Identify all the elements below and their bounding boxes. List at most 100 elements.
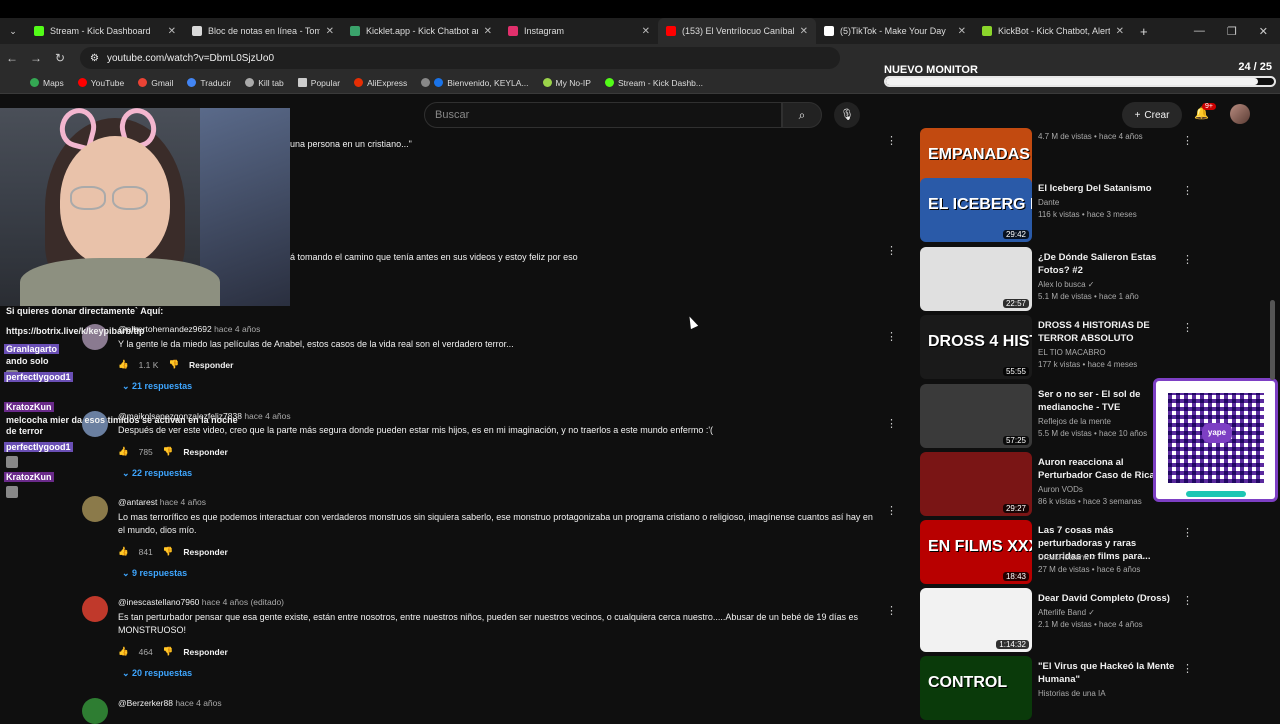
view-replies-button[interactable]: ⌄ 20 respuestas [122,668,192,679]
tab-tiktok[interactable]: (5)TikTok - Make Your Day ✕ [816,18,974,44]
avatar[interactable] [82,698,108,724]
video-title[interactable]: "El Virus que Hackeó la Mente Humana" [1038,660,1178,686]
window-controls: — ❐ ✕ [1194,18,1280,44]
url-field[interactable]: ⚙ youtube.com/watch?v=DbmL0SjzUo0 [80,47,840,69]
close-icon[interactable]: ✕ [1116,26,1124,37]
tab-search-icon[interactable]: ⌄ [0,26,26,37]
site-info-icon[interactable]: ⚙ [90,53,99,64]
video-channel[interactable]: Auron VODs [1038,485,1083,494]
tab-kickbot[interactable]: KickBot - Kick Chatbot, Alerts, ✕ [974,18,1132,44]
kebab-menu-icon[interactable]: ⋮ [886,504,897,517]
bookmark-traducir[interactable]: Traducir [187,78,231,88]
kebab-menu-icon[interactable]: ⋮ [886,134,897,147]
reload-icon[interactable]: ↻ [48,51,72,65]
video-channel[interactable]: Dante [1038,198,1059,207]
kebab-menu-icon[interactable]: ⋮ [1182,184,1193,197]
create-button[interactable]: + Crear [1122,102,1182,128]
bookmark-aliexpress[interactable]: AliExpress [354,78,407,88]
bookmark-kill-tab[interactable]: Kill tab [245,78,284,88]
restore-icon[interactable]: ❐ [1227,25,1237,38]
bookmark-popular[interactable]: Popular [297,78,340,88]
tab-youtube-active[interactable]: (153) El Ventrílocuo Caníbal [RE ✕ [658,18,816,44]
kebab-menu-icon[interactable]: ⋮ [1182,134,1193,147]
bookmark-maps[interactable]: Maps [30,78,64,88]
scrollbar[interactable] [1270,300,1275,380]
close-icon[interactable]: ✕ [958,26,966,37]
search-icon[interactable]: ⌕ [782,102,822,128]
kebab-menu-icon[interactable]: ⋮ [1182,662,1193,675]
kebab-menu-icon[interactable]: ⋮ [886,330,897,343]
like-icon[interactable]: 👍 [118,646,129,657]
comment-handle[interactable]: @inescastellano7960 [118,597,199,607]
chat-text: de terror [6,426,44,436]
close-icon[interactable]: ✕ [800,26,808,37]
search-input[interactable]: Buscar [424,102,782,128]
related-video-item[interactable]: 22:57 ¿De Dónde Salieron Estas Fotos? #2 A… [920,247,1200,311]
comment-handle[interactable]: @Berzerker88 [118,698,173,708]
avatar[interactable] [82,596,108,622]
related-video-item[interactable]: EN FILMS XXX 18:43 Las 7 cosas más perturb… [920,520,1200,584]
notepad-icon [192,26,202,36]
close-icon[interactable]: ✕ [326,26,334,37]
close-icon[interactable]: ✕ [484,26,492,37]
tab-bloc-notas[interactable]: Bloc de notas en línea - Toma y ✕ [184,18,342,44]
bookmark-no-ip[interactable]: My No-IP [542,78,591,88]
forward-icon[interactable]: → [24,51,48,65]
video-thumbnail[interactable]: EN FILMS XXX 18:43 [920,520,1032,584]
video-title[interactable]: Dear David Completo (Dross) [1038,592,1178,605]
tab-kicklet[interactable]: Kicklet.app - Kick Chatbot and ✕ [342,18,500,44]
reply-button[interactable]: Responder [183,647,227,657]
close-icon[interactable]: ✕ [642,26,650,37]
video-title[interactable]: ¿De Dónde Salieron Estas Fotos? #2 [1038,251,1178,277]
related-video-item[interactable]: EL ICEBERG DEL 29:42 El Iceberg Del Satani… [920,178,1200,242]
video-channel[interactable]: EL TIO MACABRO [1038,348,1106,357]
comment-time: hace 4 años [175,698,222,708]
tab-kick-dashboard[interactable]: Stream - Kick Dashboard ✕ [26,18,184,44]
video-title[interactable]: El Iceberg Del Satanismo [1038,182,1178,195]
video-channel[interactable]: Historias de una IA [1038,689,1106,698]
monitor-label: NUEVO MONITOR [884,64,978,76]
like-icon[interactable]: 👍 [118,546,129,557]
video-thumbnail[interactable]: 29:27 [920,452,1032,516]
video-channel[interactable]: Afterlife Band ✓ [1038,608,1095,617]
avatar[interactable] [1230,104,1250,124]
kebab-menu-icon[interactable]: ⋮ [1182,321,1193,334]
thumbnail-text: CONTROL [928,674,1008,691]
dislike-icon[interactable]: 👎 [163,546,174,557]
bookmark-label: Gmail [151,77,174,88]
back-icon[interactable]: ← [0,51,24,65]
kebab-menu-icon[interactable]: ⋮ [886,604,897,617]
kebab-menu-icon[interactable]: ⋮ [886,417,897,430]
new-tab-icon[interactable]: + [1140,24,1148,39]
related-video-item[interactable]: CONTROL "El Virus que Hackeó la Mente Hum… [920,656,1200,720]
video-channel[interactable]: Reflejos de la mente [1038,417,1111,426]
video-thumbnail[interactable]: CONTROL [920,656,1032,720]
minimize-icon[interactable]: — [1194,25,1205,37]
kebab-menu-icon[interactable]: ⋮ [1182,526,1193,539]
video-title[interactable]: DROSS 4 HISTORIAS DE TERROR ABSOLUTO [1038,319,1178,345]
related-video-item[interactable]: 1:14:32 Dear David Completo (Dross) Afterl… [920,588,1200,652]
bookmark-gmail[interactable]: Gmail [138,78,173,88]
microphone-icon[interactable]: 🎙 [834,102,860,128]
video-thumbnail[interactable]: EL ICEBERG DEL 29:42 [920,178,1032,242]
close-icon[interactable]: ✕ [168,26,176,37]
kebab-menu-icon[interactable]: ⋮ [1182,594,1193,607]
reply-button[interactable]: Responder [183,547,227,557]
bookmark-bienvenido[interactable]: Bienvenido, KEYLA... [421,78,529,88]
aliexpress-icon [354,78,364,87]
tab-instagram[interactable]: Instagram ✕ [500,18,658,44]
video-thumbnail[interactable]: 57:25 [920,384,1032,448]
video-thumbnail[interactable]: 22:57 [920,247,1032,311]
kebab-menu-icon[interactable]: ⋮ [1182,253,1193,266]
video-channel[interactable]: Alex lo busca ✓ [1038,280,1095,289]
kebab-menu-icon[interactable]: ⋮ [886,244,897,257]
video-channel[interactable]: DrossRotzank ✓ [1038,553,1097,562]
dislike-icon[interactable]: 👎 [163,646,174,657]
related-video-item[interactable]: DROSS 4 HISTORIAS DE TERROR55:55DROSS 4 … [920,315,1200,379]
bookmark-youtube[interactable]: YouTube [77,78,124,88]
window-close-icon[interactable]: ✕ [1259,25,1268,38]
bookmark-stream[interactable]: Stream - Kick Dashb... [604,78,703,88]
video-thumbnail[interactable]: 1:14:32 [920,588,1032,652]
video-thumbnail[interactable]: DROSS 4 HISTORIAS DE TERROR 55:55 [920,315,1032,379]
view-replies-button[interactable]: ⌄ 9 respuestas [122,568,187,579]
